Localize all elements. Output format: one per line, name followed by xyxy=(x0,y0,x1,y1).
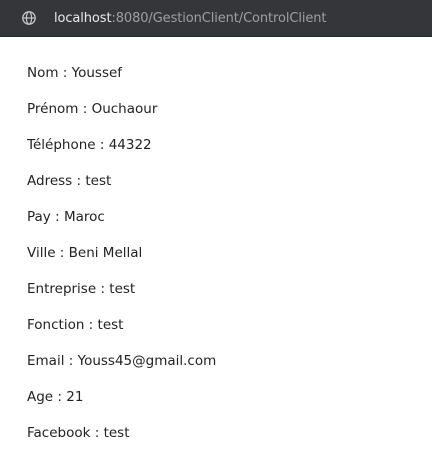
field-value: test xyxy=(97,317,124,333)
field-value: 21 xyxy=(66,389,84,405)
field-label: Adress xyxy=(27,173,73,189)
field-value: test xyxy=(109,281,136,297)
field-label: Facebook xyxy=(27,425,91,441)
field-value: Beni Mellal xyxy=(68,245,143,261)
field-value: Youssef xyxy=(71,65,123,81)
url-host: localhost xyxy=(54,11,112,26)
field-age: Age : 21 xyxy=(27,389,84,405)
field-adress: Adress : test xyxy=(27,173,112,189)
field-value: test xyxy=(85,173,112,189)
field-value: test xyxy=(103,425,130,441)
field-value: 44322 xyxy=(108,137,152,153)
field-label: Pay xyxy=(27,209,51,225)
field-label: Fonction xyxy=(27,317,85,333)
field-label: Age xyxy=(27,389,54,405)
field-label: Email xyxy=(27,353,65,369)
field-label: Entreprise xyxy=(27,281,97,297)
field-label: Téléphone xyxy=(27,137,96,153)
field-value: Maroc xyxy=(63,209,105,225)
globe-icon[interactable] xyxy=(21,10,37,26)
field-value: Youss45@gmail.com xyxy=(77,353,217,369)
field-facebook: Facebook : test xyxy=(27,425,130,441)
field-label: Ville xyxy=(27,245,56,261)
field-ville: Ville : Beni Mellal xyxy=(27,245,143,261)
url-path: :8080/GestionClient/ControlClient xyxy=(111,11,327,26)
field-label: Prénom xyxy=(27,101,79,117)
field-label: Nom xyxy=(27,65,59,81)
field-value: Ouchaour xyxy=(91,101,158,117)
field-nom: Nom : Youssef xyxy=(27,65,123,81)
field-pay: Pay : Maroc xyxy=(27,209,105,225)
url-text[interactable]: localhost:8080/GestionClient/ControlClie… xyxy=(54,10,327,27)
field-fonction: Fonction : test xyxy=(27,317,124,333)
field-email: Email : Youss45@gmail.com xyxy=(27,353,217,369)
field-entreprise: Entreprise : test xyxy=(27,281,136,297)
field-prenom: Prénom : Ouchaour xyxy=(27,101,158,117)
field-telephone: Téléphone : 44322 xyxy=(27,137,152,153)
browser-address-bar[interactable]: localhost:8080/GestionClient/ControlClie… xyxy=(0,0,432,37)
